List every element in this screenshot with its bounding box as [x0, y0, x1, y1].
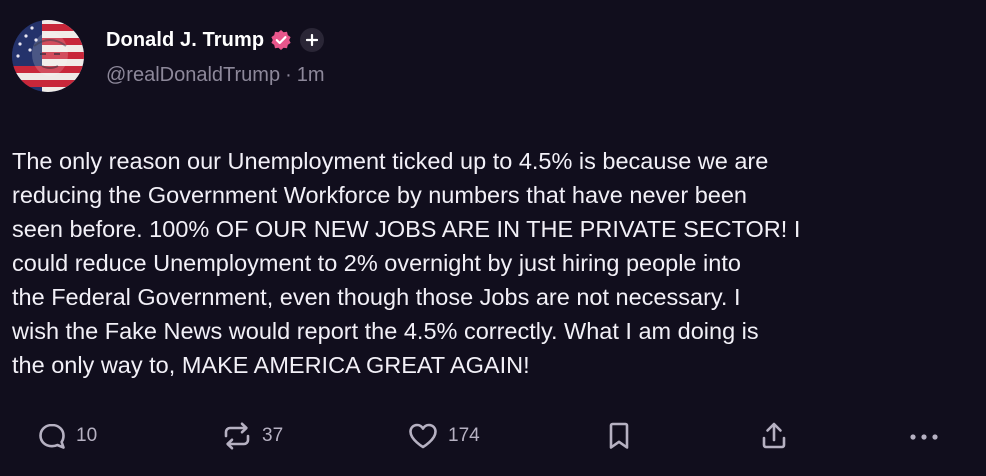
plus-icon[interactable]: [300, 28, 325, 52]
post-body: The only reason our Unemployment ticked …: [12, 148, 801, 378]
post-card: Donald J. Trump @realDonaldTrump · 1m Th…: [0, 0, 986, 476]
more-options-button[interactable]: [906, 416, 942, 456]
more-icon: [906, 420, 942, 452]
author-avatar[interactable]: [12, 20, 84, 92]
author-meta: @realDonaldTrump · 1m: [106, 64, 325, 87]
verified-badge-icon: [270, 29, 292, 51]
author-name[interactable]: Donald J. Trump: [106, 29, 264, 52]
heart-icon: [406, 420, 440, 452]
meta-separator: ·: [285, 64, 292, 86]
bookmark-icon: [604, 420, 634, 452]
reply-icon: [36, 420, 68, 452]
like-count: 174: [448, 425, 480, 446]
bookmark-button[interactable]: [604, 416, 634, 456]
share-icon: [758, 420, 790, 452]
share-button[interactable]: [758, 416, 790, 456]
reply-button[interactable]: 10: [36, 416, 97, 456]
like-button[interactable]: 174: [406, 416, 480, 456]
author-name-row: Donald J. Trump: [106, 26, 325, 54]
post-timestamp[interactable]: 1m: [297, 64, 325, 87]
repost-count: 37: [262, 425, 284, 446]
post-actions-bar: 10 37 174: [0, 416, 986, 456]
repost-button[interactable]: 37: [220, 416, 283, 456]
reply-count: 10: [76, 425, 98, 446]
repost-icon: [220, 420, 254, 452]
post-header: Donald J. Trump @realDonaldTrump · 1m: [106, 26, 325, 87]
author-handle[interactable]: @realDonaldTrump: [106, 64, 280, 87]
avatar-flag-portrait-icon: [12, 20, 84, 92]
